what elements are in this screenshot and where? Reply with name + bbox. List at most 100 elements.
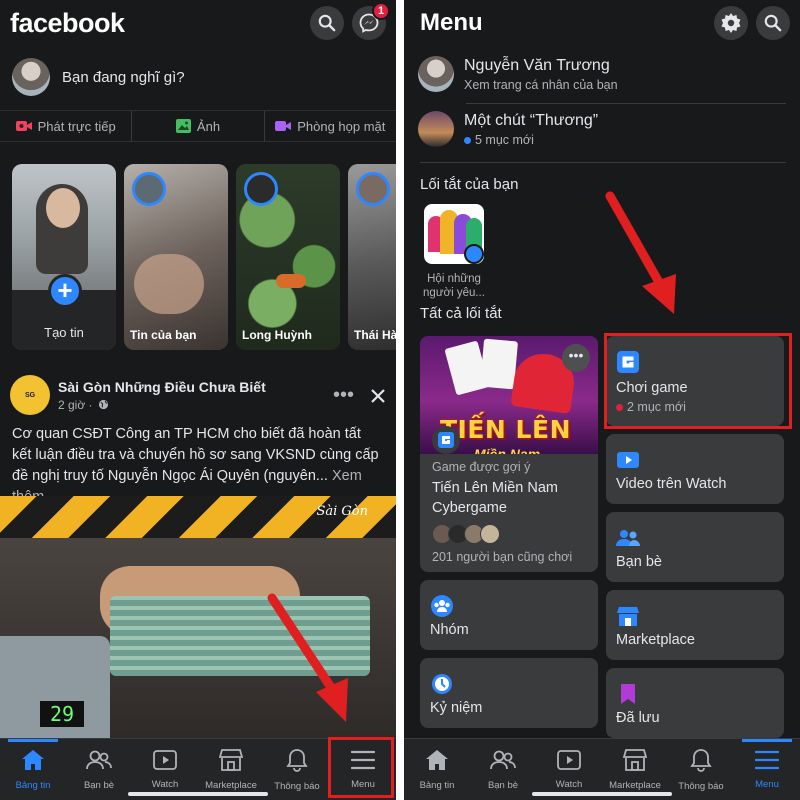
memories-label: Kỷ niệm	[430, 700, 483, 716]
search-button[interactable]	[756, 6, 790, 40]
profile-row[interactable]: Nguyễn Văn Trương Xem trang cá nhân của …	[418, 56, 786, 92]
tab-label: Watch	[555, 778, 583, 790]
home-icon	[21, 749, 45, 776]
tab-menu[interactable]: Menu	[734, 739, 800, 800]
tab-label: Thông báo	[274, 780, 320, 792]
friends-card[interactable]: Bạn bè	[606, 512, 784, 582]
more-options-icon[interactable]: •••	[333, 384, 354, 407]
menu-icon	[754, 750, 780, 775]
home-icon	[425, 749, 449, 776]
tab-label: Marketplace	[205, 779, 257, 791]
post-image[interactable]: 29 Sài Gòn	[0, 496, 396, 741]
avatar	[356, 172, 390, 206]
avatar	[244, 172, 278, 206]
tab-watch[interactable]: Watch	[536, 739, 602, 800]
marketplace-icon	[622, 748, 648, 776]
tab-home[interactable]: Bảng tin	[0, 739, 66, 800]
post-watermark: Sài Gòn	[316, 504, 368, 519]
post-time: 2 giờ ·	[58, 397, 93, 412]
tab-label: Menu	[755, 778, 779, 790]
groups-icon	[430, 594, 454, 618]
game-icon	[432, 426, 460, 454]
memories-icon	[430, 672, 454, 696]
saved-icon	[616, 682, 640, 706]
facebook-logo: facebook	[10, 7, 125, 38]
tab-label: Bạn bè	[83, 779, 115, 791]
story-card[interactable]: Long Huỳnh	[236, 164, 340, 350]
composer-placeholder[interactable]: Bạn đang nghĩ gì?	[62, 69, 185, 86]
live-video-label: Phát trực tiếp	[37, 118, 116, 134]
counter-display: 29	[40, 701, 84, 727]
memories-card[interactable]: Kỷ niệm	[420, 658, 598, 728]
messenger-button[interactable]: 1	[352, 2, 390, 40]
tab-friends[interactable]: Bạn bè	[470, 739, 536, 800]
watch-card[interactable]: Video trên Watch	[606, 434, 784, 504]
marketplace-card[interactable]: Marketplace	[606, 590, 784, 660]
tab-label: Watch	[151, 778, 179, 790]
story-card[interactable]: Tin của bạn	[124, 164, 228, 350]
game-name: Tiến Lên Miền Nam Cybergame	[432, 480, 558, 516]
home-indicator	[532, 792, 672, 796]
watch-label: Video trên Watch	[616, 476, 727, 492]
shortcut-group[interactable]: Hội những người yêu...	[420, 200, 488, 300]
tab-bell[interactable]: Thông báo	[668, 739, 734, 800]
photo-button[interactable]: Ảnh	[132, 111, 265, 141]
groups-card[interactable]: Nhóm	[420, 580, 598, 650]
avatar	[132, 172, 166, 206]
live-video-icon	[15, 121, 32, 131]
room-button[interactable]: Phòng họp mặt	[265, 111, 396, 141]
globe-icon	[98, 399, 108, 409]
groups-label: Nhóm	[430, 622, 469, 638]
gear-icon	[721, 13, 741, 33]
room-video-icon	[275, 121, 292, 131]
messenger-badge: 1	[372, 2, 390, 20]
stories-tray: + Tạo tin Tin của bạn Long Huỳnh Thái Hà	[12, 164, 396, 350]
bell-icon	[286, 748, 308, 777]
bell-icon	[690, 748, 712, 777]
close-icon[interactable]	[370, 388, 386, 404]
tab-bell[interactable]: Thông báo	[264, 739, 330, 800]
search-button[interactable]	[310, 6, 344, 40]
tab-home[interactable]: Bảng tin	[404, 739, 470, 800]
tab-marketplace[interactable]: Marketplace	[602, 739, 668, 800]
highlight-box	[604, 333, 792, 429]
photo-icon	[175, 119, 191, 133]
story-card[interactable]: Thái Hà	[348, 164, 396, 350]
friends-icon	[86, 749, 112, 776]
room-label: Phòng họp mặt	[297, 118, 386, 134]
marketplace-icon	[616, 604, 640, 628]
status-composer[interactable]: Bạn đang nghĩ gì?	[0, 52, 396, 102]
marketplace-icon	[218, 748, 244, 776]
tab-label: Marketplace	[609, 779, 661, 791]
composer-actions: Phát trực tiếp Ảnh Phòng họp mặt	[0, 110, 396, 142]
game-friends: 201 người bạn cũng chơi	[432, 550, 573, 564]
avatar	[418, 56, 454, 92]
page-row[interactable]: Một chút “Thương” 5 mục mới	[418, 111, 786, 147]
new-dot	[464, 136, 471, 144]
add-story-icon[interactable]: +	[48, 274, 82, 308]
shortcuts-heading: Lối tắt của bạn	[420, 176, 519, 193]
tab-marketplace[interactable]: Marketplace	[198, 739, 264, 800]
saved-card[interactable]: Đã lưu	[606, 668, 784, 738]
game-banner-sub: Miền Nam	[474, 446, 541, 454]
avatar[interactable]	[12, 58, 50, 96]
avatar	[480, 524, 500, 544]
page-avatar	[418, 111, 454, 147]
watch-icon	[557, 749, 581, 775]
suggested-game-card[interactable]: TIẾN LÊN Miền Nam ••• Game được gợi ý Ti…	[420, 336, 598, 572]
settings-button[interactable]	[714, 6, 748, 40]
create-story-card[interactable]: + Tạo tin	[12, 164, 116, 350]
live-video-button[interactable]: Phát trực tiếp	[0, 111, 133, 141]
tab-label: Bảng tin	[15, 779, 51, 791]
search-icon	[764, 14, 782, 32]
tab-friends[interactable]: Bạn bè	[66, 739, 132, 800]
post-page-name[interactable]: Sài Gòn Những Điều Chưa Biết	[58, 379, 266, 395]
tab-label: Bạn bè	[487, 779, 519, 791]
story-author: Long Huỳnh	[242, 328, 312, 342]
tab-watch[interactable]: Watch	[132, 739, 198, 800]
more-options-icon[interactable]: •••	[562, 344, 590, 372]
home-indicator	[128, 792, 268, 796]
watch-video-icon	[616, 448, 640, 472]
page-avatar[interactable]: SG	[10, 375, 50, 415]
marketplace-label: Marketplace	[616, 632, 695, 648]
